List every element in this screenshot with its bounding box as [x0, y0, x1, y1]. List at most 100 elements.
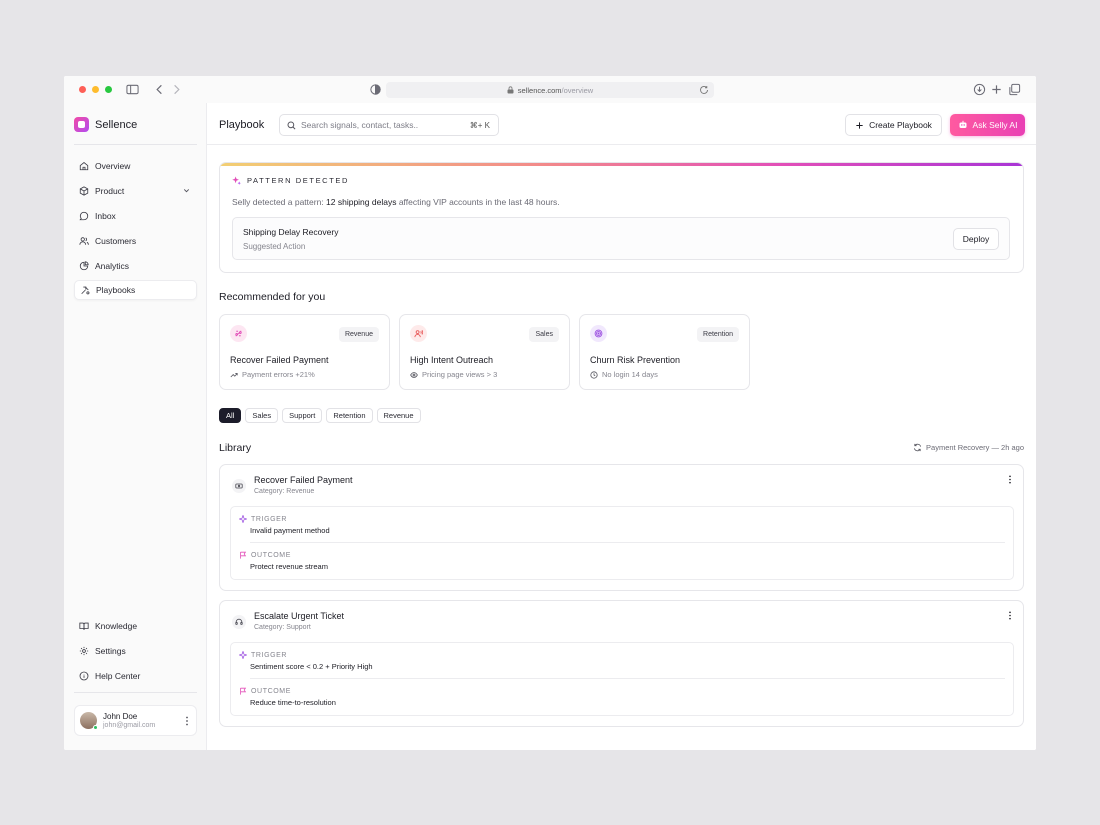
- eye-icon: [410, 371, 418, 378]
- sidebar-item-analytics[interactable]: Analytics: [74, 256, 197, 276]
- sidebar-item-inbox[interactable]: Inbox: [74, 206, 197, 226]
- info-icon: [79, 671, 89, 681]
- brand-name: Sellence: [95, 118, 138, 131]
- avatar: [80, 712, 98, 730]
- recommendation-card[interactable]: Revenue Recover Failed Payment Payment e…: [219, 314, 390, 390]
- sidebar-item-label: Customers: [95, 235, 137, 246]
- create-playbook-label: Create Playbook: [869, 120, 932, 130]
- sidebar-nav: Overview Product Inbox Customers Analyti…: [74, 156, 197, 305]
- filter-support[interactable]: Support: [282, 408, 323, 423]
- details-divider: [250, 542, 1005, 543]
- library-item-details: TRIGGER Invalid payment method OUTCOME P…: [230, 506, 1014, 580]
- users-icon: [79, 236, 89, 245]
- recommendation-meta-text: No login 14 days: [602, 370, 658, 379]
- sidebar-item-knowledge[interactable]: Knowledge: [74, 616, 197, 636]
- home-icon: [79, 161, 89, 171]
- pattern-label-text: PATTERN DETECTED: [247, 176, 349, 185]
- sidebar-item-customers[interactable]: Customers: [74, 231, 197, 251]
- sidebar-item-overview[interactable]: Overview: [74, 156, 197, 176]
- playbook-icon: [81, 287, 90, 295]
- main-content: Playbook Search signals, contact, tasks.…: [207, 103, 1036, 750]
- outreach-icon: [414, 330, 423, 338]
- ask-ai-label: Ask Selly AI: [972, 120, 1018, 130]
- maximize-window-button[interactable]: [105, 86, 112, 93]
- recommendation-card[interactable]: Retention Churn Risk Prevention No login…: [579, 314, 750, 390]
- forward-icon[interactable]: [170, 83, 183, 96]
- sidebar-divider: [74, 692, 197, 693]
- sparkle-icon: [232, 176, 241, 185]
- close-window-button[interactable]: [79, 86, 86, 93]
- pattern-label: PATTERN DETECTED: [232, 176, 349, 185]
- outcome-value: Reduce time-to-resolution: [250, 698, 336, 707]
- sync-icon: [913, 443, 922, 452]
- library-item-icon: [232, 615, 246, 629]
- address-bar[interactable]: sellence.com/overview: [386, 82, 714, 98]
- user-name: John Doe: [103, 712, 138, 721]
- deploy-button[interactable]: Deploy: [953, 228, 999, 250]
- search-placeholder: Search signals, contact, tasks..: [301, 120, 419, 130]
- library-item-title: Recover Failed Payment: [254, 475, 353, 485]
- library-item-category: Category: Support: [254, 624, 311, 631]
- box-icon: [79, 186, 89, 196]
- sidebar-toggle-icon[interactable]: [126, 83, 139, 96]
- sidebar-item-label: Knowledge: [95, 621, 138, 631]
- chevron-down-icon[interactable]: [182, 186, 191, 195]
- recent-activity[interactable]: Payment Recovery — 2h ago: [913, 443, 1024, 452]
- filter-revenue[interactable]: Revenue: [376, 408, 421, 423]
- sparkle-icon: [239, 651, 247, 659]
- user-profile[interactable]: John Doe john@gmail.com: [74, 705, 197, 736]
- back-icon[interactable]: [153, 83, 166, 96]
- recommendation-card[interactable]: Sales High Intent Outreach Pricing page …: [399, 314, 570, 390]
- sidebar-item-label: Help Center: [95, 670, 141, 681]
- outcome-label-text: OUTCOME: [251, 551, 291, 559]
- pattern-description: Selly detected a pattern: 12 shipping de…: [232, 197, 560, 207]
- outcome-value: Protect revenue stream: [250, 562, 328, 571]
- pattern-text-highlight: 12 shipping delays: [326, 197, 397, 207]
- sidebar-item-label: Analytics: [95, 260, 130, 271]
- sidebar-item-playbooks[interactable]: Playbooks: [74, 280, 197, 301]
- brand[interactable]: Sellence: [74, 117, 137, 132]
- lock-icon: [507, 86, 514, 94]
- filter-all[interactable]: All: [219, 408, 242, 423]
- new-tab-icon[interactable]: [990, 83, 1003, 96]
- recommendation-meta: No login 14 days: [590, 370, 658, 379]
- ask-ai-button[interactable]: Ask Selly AI: [950, 114, 1025, 136]
- library-item-title: Escalate Urgent Ticket: [254, 611, 345, 621]
- sidebar-item-settings[interactable]: Settings: [74, 641, 197, 661]
- sparkle-icon: [239, 515, 247, 523]
- tabs-overview-icon[interactable]: [1008, 83, 1021, 96]
- library-item-icon: [232, 479, 246, 493]
- search-icon: [287, 120, 296, 129]
- library-item-category: Category: Revenue: [254, 488, 315, 495]
- book-icon: [79, 622, 89, 630]
- library-item[interactable]: Escalate Urgent Ticket Category: Support…: [219, 600, 1024, 727]
- sidebar-divider: [74, 144, 197, 145]
- more-options-icon[interactable]: [185, 716, 189, 726]
- url-host: sellence.com: [517, 85, 562, 95]
- url-path: /overview: [561, 85, 594, 95]
- sidebar-item-product[interactable]: Product: [74, 181, 197, 201]
- trigger-label: TRIGGER: [239, 515, 287, 523]
- sidebar: Sellence Overview Product Inbox Customer…: [64, 103, 207, 750]
- more-options-icon[interactable]: [1008, 475, 1012, 484]
- library-item[interactable]: Recover Failed Payment Category: Revenue…: [219, 464, 1024, 591]
- filter-retention[interactable]: Retention: [326, 408, 373, 423]
- minimize-window-button[interactable]: [92, 86, 99, 93]
- search-input[interactable]: Search signals, contact, tasks.. ⌘+ K: [279, 114, 499, 136]
- reload-icon[interactable]: [699, 85, 709, 95]
- filter-sales[interactable]: Sales: [245, 408, 279, 423]
- outcome-label: OUTCOME: [239, 687, 291, 695]
- shield-icon[interactable]: [369, 83, 382, 96]
- window-controls: [79, 86, 112, 93]
- recommendation-meta: Payment errors +21%: [230, 370, 315, 379]
- more-options-icon[interactable]: [1008, 611, 1012, 620]
- download-icon[interactable]: [973, 83, 986, 96]
- sidebar-bottom-nav: Knowledge Settings Help Center: [74, 616, 197, 691]
- create-playbook-button[interactable]: Create Playbook: [845, 114, 942, 136]
- browser-window: sellence.com/overview Sellence Overview …: [64, 76, 1036, 750]
- pattern-detected-card: PATTERN DETECTED Selly detected a patter…: [219, 162, 1024, 273]
- recommendation-title: Recover Failed Payment: [230, 355, 329, 365]
- sidebar-item-help-center[interactable]: Help Center: [74, 666, 197, 686]
- details-divider: [250, 678, 1005, 679]
- trend-up-icon: [230, 372, 238, 377]
